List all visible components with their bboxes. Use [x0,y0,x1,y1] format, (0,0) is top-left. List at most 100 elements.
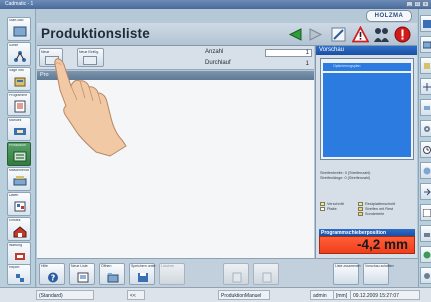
loeschen-button[interactable]: Löschen [159,263,185,285]
start-screen-icon [13,26,27,37]
close-window-button[interactable]: × [422,1,429,7]
open-folder-icon [107,273,119,283]
edit-tools-icon[interactable] [330,26,347,43]
nav-produktion[interactable]: Produktion [7,142,31,166]
right-nav-button-6[interactable] [420,120,431,137]
right-nav-button-2[interactable] [420,36,431,53]
status-bar: (Standard) << ProduktionManuel admin [mm… [0,287,431,302]
maximize-button[interactable]: □ [414,1,421,7]
oeffnen-button[interactable]: Öffnen [99,263,125,285]
status-user: admin [310,290,334,300]
disabled-button-2[interactable] [253,263,279,285]
disabled-list-icon [232,272,242,283]
minimize-button[interactable]: _ [406,1,413,7]
legend-swatch-verschnitt [320,202,325,206]
status-datetime: 09.12.2009 15:27:07 [350,290,420,300]
users-icon[interactable] [373,26,390,43]
hilfe-button[interactable]: Hilfe ? [39,263,65,285]
cut-icon [423,20,431,28]
stop-icon[interactable] [394,26,411,43]
holzma-logo: HOLZMA [366,10,412,22]
program-list-icon [14,100,26,113]
anzahl-field[interactable]: 1 [265,49,312,57]
neue-liste-button[interactable]: Neue Liste [69,263,95,285]
liste-zusammen-button[interactable]: Liste zusammen [333,263,360,285]
preview-panel: Vorschau Optimierungsplan Streifenbreite… [315,46,417,258]
speichern-button[interactable]: Speichern unter [129,263,156,285]
saw-info-icon [14,77,26,87]
legend-swatch-restplatte [358,202,363,206]
nav-daten[interactable]: Daten [7,192,31,216]
right-nav [418,9,431,287]
maintenance-icon [15,253,25,260]
nav-einstellungen[interactable]: Einstell. [7,217,31,241]
nav-saege[interactable]: Säge info [7,67,31,91]
machine-data-icon [13,176,27,186]
nav-wartung[interactable]: Wartung [7,242,31,266]
save-icon [138,273,148,282]
status-program: ProduktionManuel [218,290,270,300]
legend-swatch-platte [320,207,325,211]
print-icon [424,233,430,237]
screen-icon [423,41,431,49]
legend-swatch-streifen [358,207,363,211]
globe-icon [423,251,431,259]
nav-reports[interactable]: Report [7,264,31,285]
nav-start[interactable]: Start-Bild [7,17,31,41]
durchlauf-value: 1 [305,61,309,67]
production-icon [13,151,27,162]
status-separator: << [127,290,145,300]
preview-frame: Optimierungsplan [320,58,414,160]
right-nav-button-9[interactable] [420,183,431,200]
forward-arrow-icon[interactable] [307,26,324,43]
preview-board [323,73,411,157]
nav-maschinendaten[interactable]: Maschinendaten [7,167,31,191]
manual-cut-icon [14,128,26,135]
right-nav-button-7[interactable] [420,141,431,158]
table-icon [423,209,431,217]
right-nav-button-10[interactable] [420,204,431,221]
nav-manuell[interactable]: Manuell [7,117,31,141]
disabled-list-icon-2 [262,272,272,283]
touch-hand-image [54,58,127,157]
preview-legend: Verschnitt Restplattenschnitt Platte Str… [320,202,416,217]
clock-icon [423,146,431,154]
right-nav-button-12[interactable] [420,246,431,263]
disabled-button-1[interactable] [223,263,249,285]
arrow-icon [424,188,431,196]
right-nav-button-5[interactable] [420,99,431,116]
window-title: Cadmatic - 1 [5,1,34,7]
gear-icon [424,126,430,132]
house-settings-icon [13,226,27,238]
position-header: Programmschieberposition [319,229,415,236]
warning-icon[interactable] [352,26,369,43]
back-arrow-icon[interactable] [287,26,304,43]
preview-bar: Optimierungsplan [323,63,411,71]
right-nav-button-3[interactable] [420,57,431,74]
bottom-toolbar: Hilfe ? Neue Liste Öffnen Speichern unte… [37,258,418,287]
right-nav-button-8[interactable] [420,162,431,179]
help-icon: ? [48,272,58,283]
network-icon [14,51,26,62]
nav-programme[interactable]: Programme [7,92,31,116]
right-nav-button-13[interactable] [420,267,431,284]
preview-header: Vorschau [316,46,417,55]
position-readout: -4,2 mm [319,236,415,254]
status-mode: (Standard) [36,290,94,300]
page-title: Produktionsliste [41,26,150,41]
anzahl-label: Anzahl [205,49,224,55]
new-list-icon [77,272,89,283]
gear-settings-icon [424,273,430,279]
left-nav: Start-Bild Sortie Säge info Programme Ma… [0,9,36,287]
preview-info: Streifenbreite: 0 (Streifenzahl) Streife… [320,171,371,180]
right-nav-button-4[interactable] [420,78,431,95]
box-icon [424,63,430,69]
status-unit: [mm] [333,290,351,300]
nav-sortierung[interactable]: Sortie [7,42,31,66]
vorschau-schalter-button[interactable]: Vorschau schalten [363,263,394,285]
svg-text:?: ? [51,274,56,283]
grid-icon [423,83,431,91]
report-icon [16,274,24,282]
right-nav-button-1[interactable] [420,15,431,32]
right-nav-button-11[interactable] [420,225,431,242]
